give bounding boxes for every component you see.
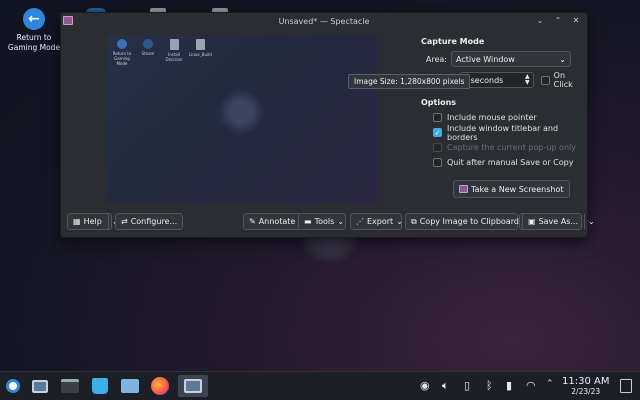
return-arrow-icon: ← <box>23 8 45 30</box>
steamdeck-icon <box>6 379 20 393</box>
option-quit-after-save[interactable]: Quit after manual Save or Copy <box>433 155 586 170</box>
spectacle-app-icon <box>63 16 73 25</box>
button-label: Save As... <box>538 217 579 226</box>
taskbar-firefox[interactable] <box>148 375 172 397</box>
steam-icon <box>143 39 153 49</box>
delay-spinbox[interactable]: 3 seconds ▲ ▼ <box>459 72 534 88</box>
desktop-icon-return-to-gaming-mode[interactable]: ← Return to Gaming Mode <box>6 8 62 53</box>
taskbar-dolphin[interactable] <box>118 375 142 397</box>
chevron-down-icon: ⌄ <box>337 217 344 226</box>
checkbox[interactable] <box>433 158 442 167</box>
button-label: Tools <box>314 217 335 226</box>
clock-time: 11:30 AM <box>562 376 610 387</box>
application-launcher[interactable] <box>2 375 24 397</box>
option-label: Quit after manual Save or Copy <box>447 158 574 167</box>
help-button[interactable]: ▦ Help ⌄ <box>67 213 119 230</box>
preview-icon: Return to Gaming Mode <box>111 39 133 66</box>
on-click-checkbox[interactable] <box>540 75 550 85</box>
preview-icon: Steam <box>137 39 159 56</box>
take-new-screenshot-button[interactable]: Take a New Screenshot <box>453 180 570 198</box>
chevron-down-icon: ⌄ <box>559 54 566 64</box>
spectacle-window: Unsaved* — Spectacle ⌄ ⌃ ✕ Return to Gam… <box>60 12 595 238</box>
annotate-button[interactable]: ✎ Annotate <box>243 213 302 230</box>
spectacle-icon <box>459 185 468 193</box>
device-icon[interactable]: ▮ <box>506 379 512 392</box>
chevron-down-icon: ⌄ <box>584 214 595 229</box>
steam-tray-icon[interactable]: ◉ <box>420 379 430 392</box>
tools-icon: ▬ <box>304 217 312 226</box>
export-button[interactable]: ⋰ Export ⌄ <box>350 213 403 230</box>
wifi-icon[interactable]: ◠ <box>526 379 536 392</box>
folder-icon <box>121 379 139 393</box>
checkbox-checked[interactable]: ✓ <box>433 128 442 137</box>
save-as-button[interactable]: ▣ Save As... ⌄ <box>522 213 595 230</box>
expand-tray-icon[interactable]: ⌃ <box>546 379 554 389</box>
battery-icon[interactable]: ▯ <box>464 379 470 392</box>
options-heading: Options <box>421 98 457 107</box>
button-label: Export <box>367 217 394 226</box>
copy-icon: ⧉ <box>411 216 417 226</box>
preview-icon: Linux_Build <box>189 39 212 57</box>
area-select[interactable]: Active Window ⌄ <box>451 51 571 67</box>
return-icon <box>117 39 127 49</box>
option-label: Include window titlebar and borders <box>447 123 559 142</box>
taskbar-system-settings[interactable] <box>58 375 82 397</box>
file-icon <box>195 39 205 50</box>
shopping-bag-icon <box>92 378 108 394</box>
image-size-tooltip: Image Size: 1,280x800 pixels <box>348 74 471 89</box>
taskbar-spectacle-launcher[interactable] <box>28 375 52 397</box>
button-label: Help <box>83 217 102 226</box>
maximize-icon[interactable]: ⌃ <box>553 15 563 25</box>
capture-panel: Capture Mode Area: Active Window ⌄ 3 sec… <box>421 37 586 198</box>
help-icon: ▦ <box>73 217 81 226</box>
configure-button[interactable]: ⇄ Configure... <box>115 213 184 230</box>
desktop-icon-label: Return to <box>16 33 52 42</box>
bluetooth-icon[interactable]: ᛒ <box>486 379 493 392</box>
taskbar-spectacle-active[interactable] <box>178 375 208 397</box>
taskbar: ◉ 🔈︎ ▯ ᛒ ▮ ◠ ⌃ 11:30 AM 2/23/23 <box>0 371 640 400</box>
screenshot-preview[interactable]: Return to Gaming Mode Steam Install Deci… <box>107 35 377 203</box>
button-label: Annotate <box>258 217 296 226</box>
screenshot-icon <box>32 379 48 393</box>
clock-date: 2/23/23 <box>571 387 601 396</box>
copy-to-clipboard-button[interactable]: ⧉ Copy Image to Clipboard <box>405 213 519 230</box>
preview-icon: Install Decision <box>163 39 185 62</box>
checkbox[interactable] <box>433 113 442 122</box>
chevron-down-icon[interactable]: ⌄ <box>535 15 545 25</box>
titlebar: Unsaved* — Spectacle ⌄ ⌃ ✕ <box>61 13 587 29</box>
share-icon: ⋰ <box>356 217 364 226</box>
annotate-icon: ✎ <box>249 217 256 226</box>
show-desktop-icon[interactable] <box>620 379 632 393</box>
capture-mode-heading: Capture Mode <box>421 37 485 46</box>
option-include-titlebar[interactable]: ✓ Include window titlebar and borders <box>433 123 586 142</box>
configure-icon: ⇄ <box>121 217 128 226</box>
firefox-icon <box>151 377 169 395</box>
desktop-icon-label: Gaming Mode <box>7 43 61 52</box>
save-icon: ▣ <box>528 217 536 226</box>
option-label: Capture the current pop-up only <box>447 143 576 152</box>
on-click-label[interactable]: On Click <box>554 71 586 89</box>
area-value: Active Window <box>456 54 515 64</box>
checkbox-disabled <box>433 143 442 152</box>
tools-button[interactable]: ▬ Tools ⌄ <box>298 213 346 230</box>
chevron-down-icon: ⌄ <box>396 217 403 226</box>
close-icon[interactable]: ✕ <box>571 15 581 25</box>
spin-arrows-icon[interactable]: ▲ ▼ <box>525 74 530 86</box>
option-capture-popup: Capture the current pop-up only <box>433 140 586 155</box>
settings-icon <box>61 379 79 393</box>
screenshot-icon <box>184 379 202 393</box>
button-label: Copy Image to Clipboard <box>419 217 519 226</box>
window-title: Unsaved* — Spectacle <box>278 16 370 26</box>
volume-icon[interactable]: 🔈︎ <box>442 379 449 393</box>
options-list: Include mouse pointer ✓ Include window t… <box>421 110 586 170</box>
area-label: Area: <box>425 54 447 64</box>
button-label: Take a New Screenshot <box>471 184 564 194</box>
button-label: Configure... <box>130 217 178 226</box>
option-label: Include mouse pointer <box>447 113 537 122</box>
clock[interactable]: 11:30 AM 2/23/23 <box>562 376 609 397</box>
file-icon <box>169 39 179 50</box>
preview-steam-logo <box>219 90 263 134</box>
bottom-toolbar: ▦ Help ⌄ ⇄ Configure... ✎ Annotate ▬ Too… <box>65 213 595 233</box>
taskbar-discover[interactable] <box>88 375 112 397</box>
